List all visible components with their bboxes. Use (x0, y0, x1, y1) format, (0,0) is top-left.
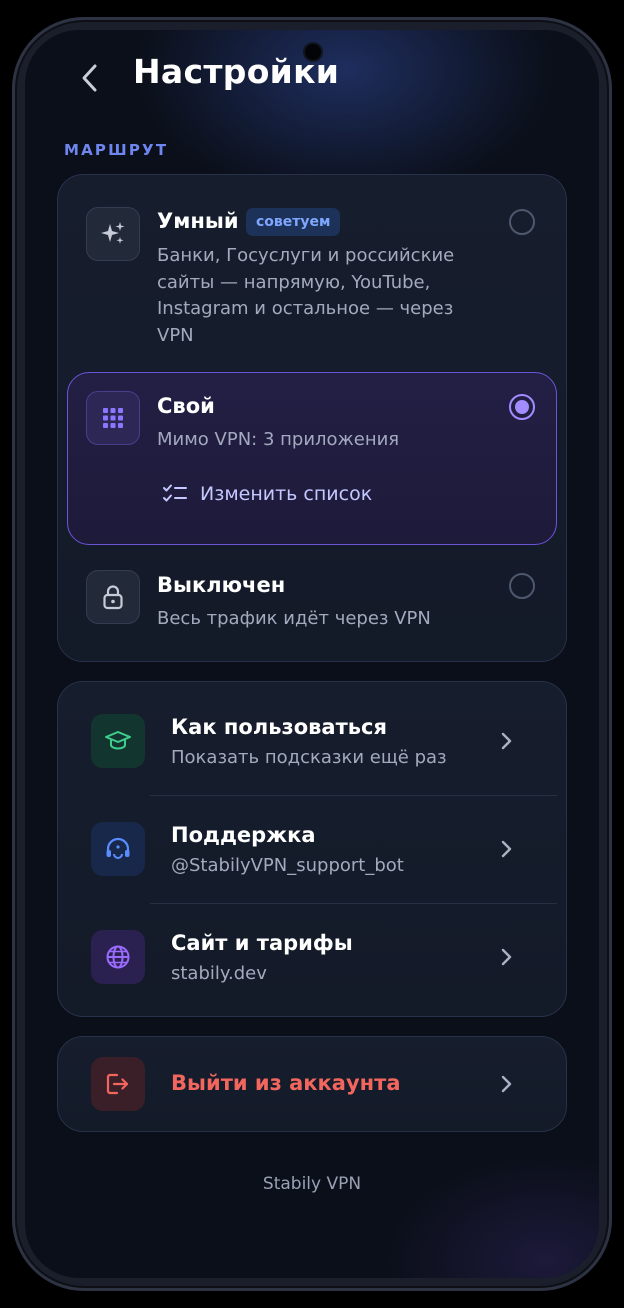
menu-title-site: Сайт и тарифы (171, 931, 353, 955)
radio-smart[interactable] (509, 209, 535, 235)
desc-line: Банки, Госуслуги и российские (157, 245, 455, 266)
menu-divider (150, 795, 557, 796)
desc-line: VPN (157, 324, 194, 346)
recommended-badge: советуем (246, 208, 341, 236)
desc-line: сайты — напрямую, YouTube, (157, 271, 431, 293)
app-name-footer: Stabily VPN (262, 1174, 362, 1194)
sparkles-icon (101, 222, 125, 244)
graduation-cap-icon (105, 731, 131, 750)
checklist-icon (163, 484, 187, 502)
headset-icon (106, 837, 130, 859)
edit-list-link[interactable]: Изменить список (162, 480, 372, 508)
globe-icon-box (91, 930, 145, 984)
edit-list-label: Изменить список (200, 483, 373, 505)
radio-custom[interactable] (509, 394, 535, 420)
menu-sub-how-to-use: Показать подсказки ещё раз (171, 747, 447, 768)
graduation-cap-icon-box (91, 714, 145, 768)
option-title-off: Выключен (157, 573, 286, 597)
radio-off[interactable] (509, 573, 535, 599)
section-label-route: МАРШРУТ (64, 141, 169, 159)
logout-icon-box (91, 1057, 145, 1111)
option-desc-smart: Банки, Госуслуги и российские сайты — на… (157, 243, 487, 349)
sparkles-icon-box (86, 207, 140, 261)
apps-grid-icon (103, 408, 123, 428)
lock-icon-box (86, 570, 140, 624)
menu-divider (150, 903, 557, 904)
back-button[interactable] (70, 58, 110, 98)
option-title-smart: Умный (157, 209, 239, 233)
logout-label: Выйти из аккаунта (171, 1071, 401, 1095)
menu-title-how-to-use: Как пользоваться (171, 715, 387, 739)
chevron-right-icon (496, 947, 516, 967)
menu-sub-site: stabily.dev (171, 963, 267, 984)
chevron-right-icon (496, 839, 516, 859)
menu-title-support: Поддержка (171, 823, 316, 847)
chevron-left-icon (82, 64, 97, 92)
logout-icon (106, 1073, 129, 1095)
apps-grid-icon-box (86, 391, 140, 445)
option-desc-off: Весь трафик идёт через VPN (157, 608, 431, 629)
route-option-custom[interactable] (67, 372, 557, 545)
lock-icon (103, 585, 123, 610)
headset-icon-box (91, 822, 145, 876)
option-desc-custom: Мимо VPN: 3 приложения (157, 429, 400, 450)
menu-sub-support: @StabilyVPN_support_bot (171, 855, 404, 876)
globe-icon (106, 945, 130, 969)
chevron-right-icon (496, 1074, 516, 1094)
option-title-custom: Свой (157, 394, 215, 418)
front-camera (305, 44, 321, 60)
desc-line: Instagram и остальное — через (157, 298, 454, 319)
chevron-right-icon (496, 731, 516, 751)
